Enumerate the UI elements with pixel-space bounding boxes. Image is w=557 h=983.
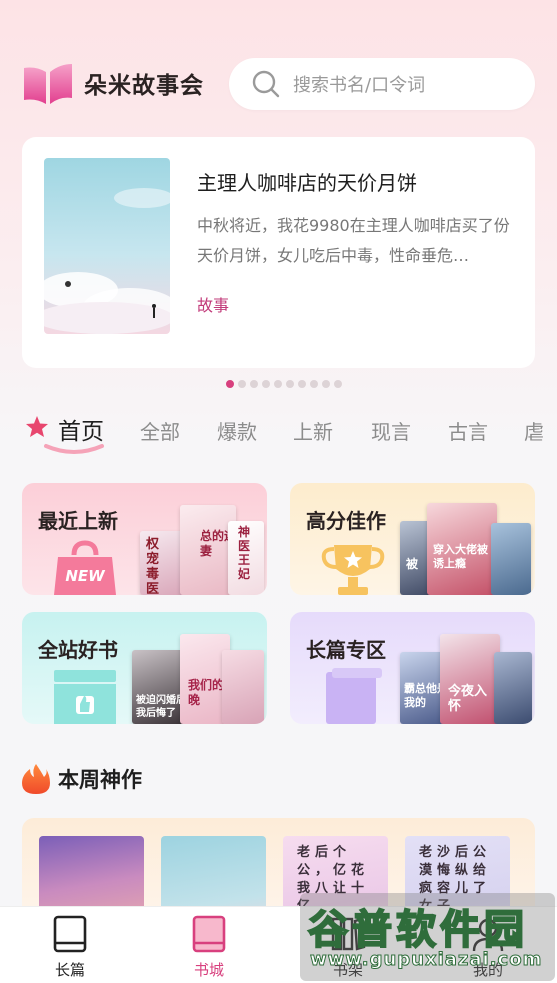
nav-label: 长篇 [54,961,85,979]
book-icon [53,915,87,953]
category-label: 全站好书 [38,638,118,662]
category-label: 高分佳作 [306,509,386,533]
book-cover-title: 穿入大佬被诱上瘾 [433,543,488,570]
tab-ancient-romance[interactable]: 古言 [448,416,488,445]
category-label: 长篇专区 [306,638,386,662]
book-cover: 穿入大佬被诱上瘾 [427,503,497,595]
watermark-url: www.gupuxiazai.com [309,949,543,971]
search-input[interactable]: 搜索书名/口令词 [229,58,535,110]
book-cover [491,523,531,595]
watermark-text: 谷普软件园 [307,906,528,954]
tab-all[interactable]: 全部 [140,416,180,445]
category-card-long-novels[interactable]: 长篇专区 霸总他是我的 今夜入怀 [290,612,535,724]
book-cover-title: 权宠毒医 [146,537,160,595]
thumbs-up-box-icon [54,670,116,724]
book-cover: 今夜入怀 [440,634,500,724]
tab-home[interactable]: 首页 [58,412,104,446]
star-icon [26,416,48,437]
carousel-dot[interactable] [226,380,234,388]
carousel-dot[interactable] [250,380,258,388]
weekly-section-title: 本周神作 [58,768,142,792]
carousel-dot[interactable] [274,380,282,388]
book-cover-title: 被 [406,557,419,571]
tab-angst[interactable]: 虐 [524,416,544,445]
carousel-dot[interactable] [286,380,294,388]
book-stack-icon [326,668,382,724]
book-cover-title: 今夜入怀 [448,684,488,714]
book-cover [494,652,532,724]
app-logo-icon [24,64,72,104]
carousel-dot[interactable] [238,380,246,388]
site-watermark: 谷普软件园 www.gupuxiazai.com [300,893,555,981]
featured-cover-image [44,158,170,334]
category-label: 最近上新 [38,509,118,533]
book-cover [222,650,264,724]
carousel-dot[interactable] [262,380,270,388]
featured-title: 主理人咖啡店的天价月饼 [197,171,417,195]
trophy-icon [321,545,385,595]
carousel-dot[interactable] [334,380,342,388]
carousel-dot[interactable] [298,380,306,388]
fire-icon [22,764,50,794]
bookstore-icon [192,915,226,953]
shopping-bag-icon: NEW [54,540,116,595]
featured-story-card[interactable]: 主理人咖啡店的天价月饼 中秋将近，我花9980在主理人咖啡店买了份天价月饼，女儿… [22,137,535,368]
book-cover-title: 神医王妃 [238,525,251,581]
carousel-dot[interactable] [310,380,318,388]
carousel-indicator [226,380,342,388]
new-badge: NEW [65,567,106,585]
category-tabs: 首页 全部 爆款 上新 现言 古言 虐 [22,408,557,458]
book-cover: 被迫闪婚后我后悔了 [132,650,186,724]
carousel-dot[interactable] [322,380,330,388]
tab-modern-romance[interactable]: 现言 [371,416,411,445]
tab-hot[interactable]: 爆款 [217,416,257,445]
book-cover: 神医王妃 [228,521,264,595]
category-card-high-score[interactable]: 高分佳作 被 穿入大佬被诱上瘾 [290,483,535,595]
weekly-section-header: 本周神作 [22,762,142,796]
category-card-site-best[interactable]: 全站好书 被迫闪婚后我后悔了 我们的晚 [22,612,267,724]
featured-description: 中秋将近，我花9980在主理人咖啡店买了份天价月饼，女儿吃后中毒，性命垂危… [197,216,510,265]
nav-label: 书城 [193,961,224,979]
search-icon [252,70,280,98]
nav-bookstore[interactable]: 书城 [169,915,249,980]
featured-tag: 故事 [197,296,230,315]
header: 朵米故事会 搜索书名/口令词 [0,0,557,130]
tab-new[interactable]: 上新 [293,416,333,445]
app-title: 朵米故事会 [84,73,204,99]
category-card-recent-new[interactable]: 最近上新 NEW 权宠毒医 总的迎妻 神医王妃 [22,483,267,595]
nav-long-novels[interactable]: 长篇 [30,915,110,980]
search-placeholder: 搜索书名/口令词 [293,75,426,96]
